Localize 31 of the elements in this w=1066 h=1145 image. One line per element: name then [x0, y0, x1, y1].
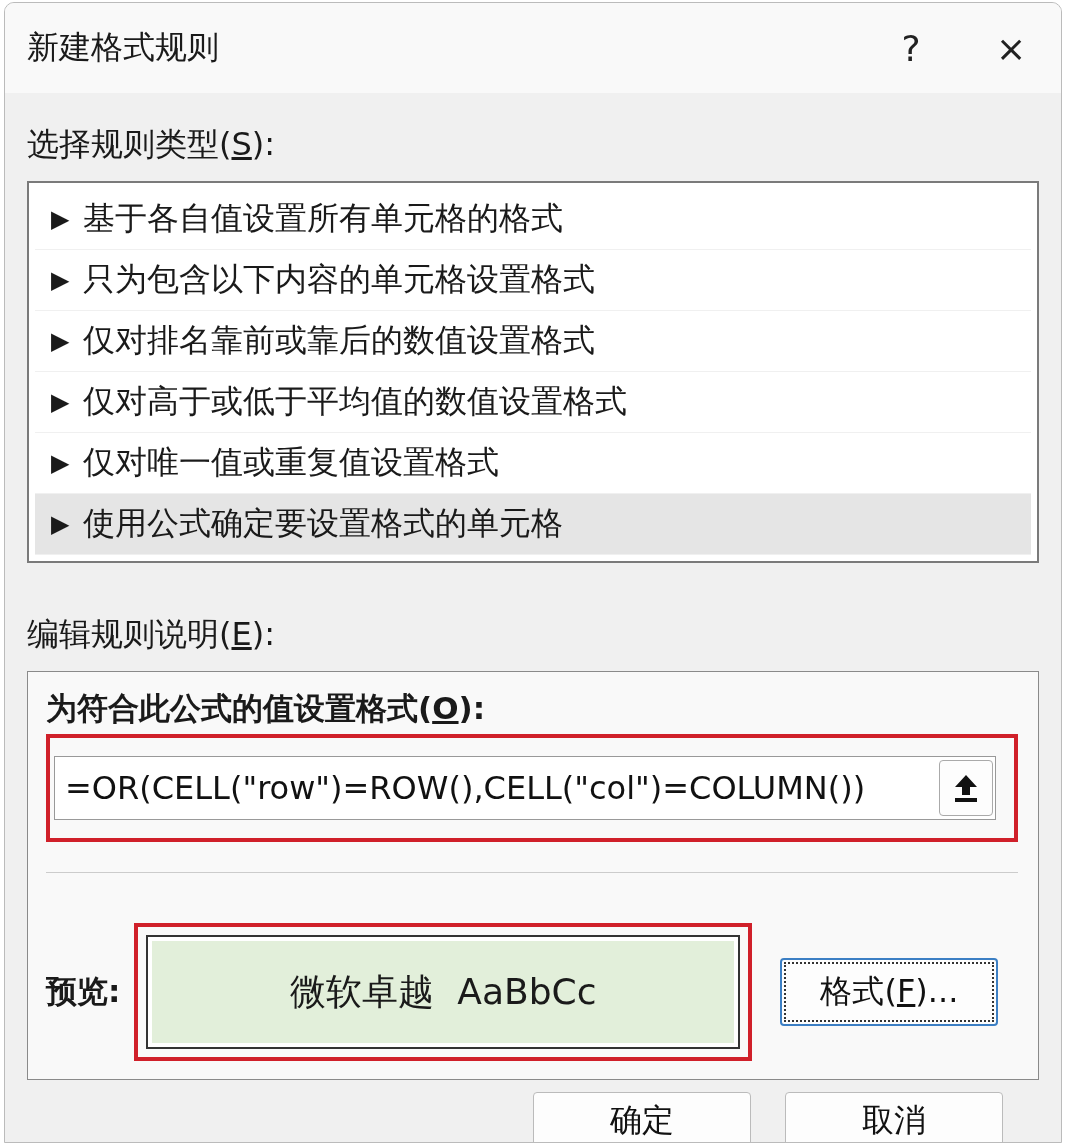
arrow-icon: ▶: [51, 205, 70, 233]
item-label: 使用公式确定要设置格式的单元格: [83, 503, 564, 544]
rule-type-item[interactable]: ▶ 仅对排名靠前或靠后的数值设置格式: [35, 311, 1031, 372]
item-label: 仅对高于或低于平均值的数值设置格式: [83, 381, 628, 422]
rule-type-item[interactable]: ▶ 只为包含以下内容的单元格设置格式: [35, 250, 1031, 311]
close-button[interactable]: ×: [961, 3, 1061, 93]
formula-field[interactable]: =OR(CELL("row")=ROW(),CELL("col")=COLUMN()): [54, 756, 996, 820]
arrow-icon: ▶: [51, 266, 70, 294]
arrow-icon: ▶: [51, 327, 70, 355]
item-label: 仅对唯一值或重复值设置格式: [83, 442, 500, 483]
rule-type-item[interactable]: ▶ 仅对高于或低于平均值的数值设置格式: [35, 372, 1031, 433]
preview-sample: 微软卓越 AaBbCc: [146, 935, 741, 1049]
arrow-icon: ▶: [51, 388, 70, 416]
item-label: 只为包含以下内容的单元格设置格式: [83, 259, 596, 300]
section-label: 编辑规则说明(E):: [27, 614, 276, 655]
item-label: 仅对排名靠前或靠后的数值设置格式: [83, 320, 596, 361]
formula-label: 为符合此公式的值设置格式(O):: [46, 689, 487, 728]
rule-type-item[interactable]: ▶ 基于各自值设置所有单元格的格式: [35, 189, 1031, 250]
window-title: 新建格式规则: [27, 27, 220, 68]
section-label: 选择规则类型(S):: [27, 124, 277, 165]
format-button[interactable]: 格式(F)...: [780, 958, 999, 1026]
item-label: 基于各自值设置所有单元格的格式: [83, 198, 564, 239]
arrow-icon: ▶: [51, 510, 70, 538]
ok-button[interactable]: 确定: [533, 1092, 751, 1142]
rule-type-item[interactable]: ▶ 使用公式确定要设置格式的单元格: [35, 494, 1031, 555]
arrow-icon: ▶: [51, 449, 70, 477]
help-button[interactable]: ?: [861, 3, 961, 93]
collapse-button[interactable]: [939, 760, 993, 816]
cancel-button[interactable]: 取消: [785, 1092, 1003, 1142]
preview-label: 预览:: [46, 972, 121, 1011]
up-arrow-icon: [953, 773, 979, 803]
